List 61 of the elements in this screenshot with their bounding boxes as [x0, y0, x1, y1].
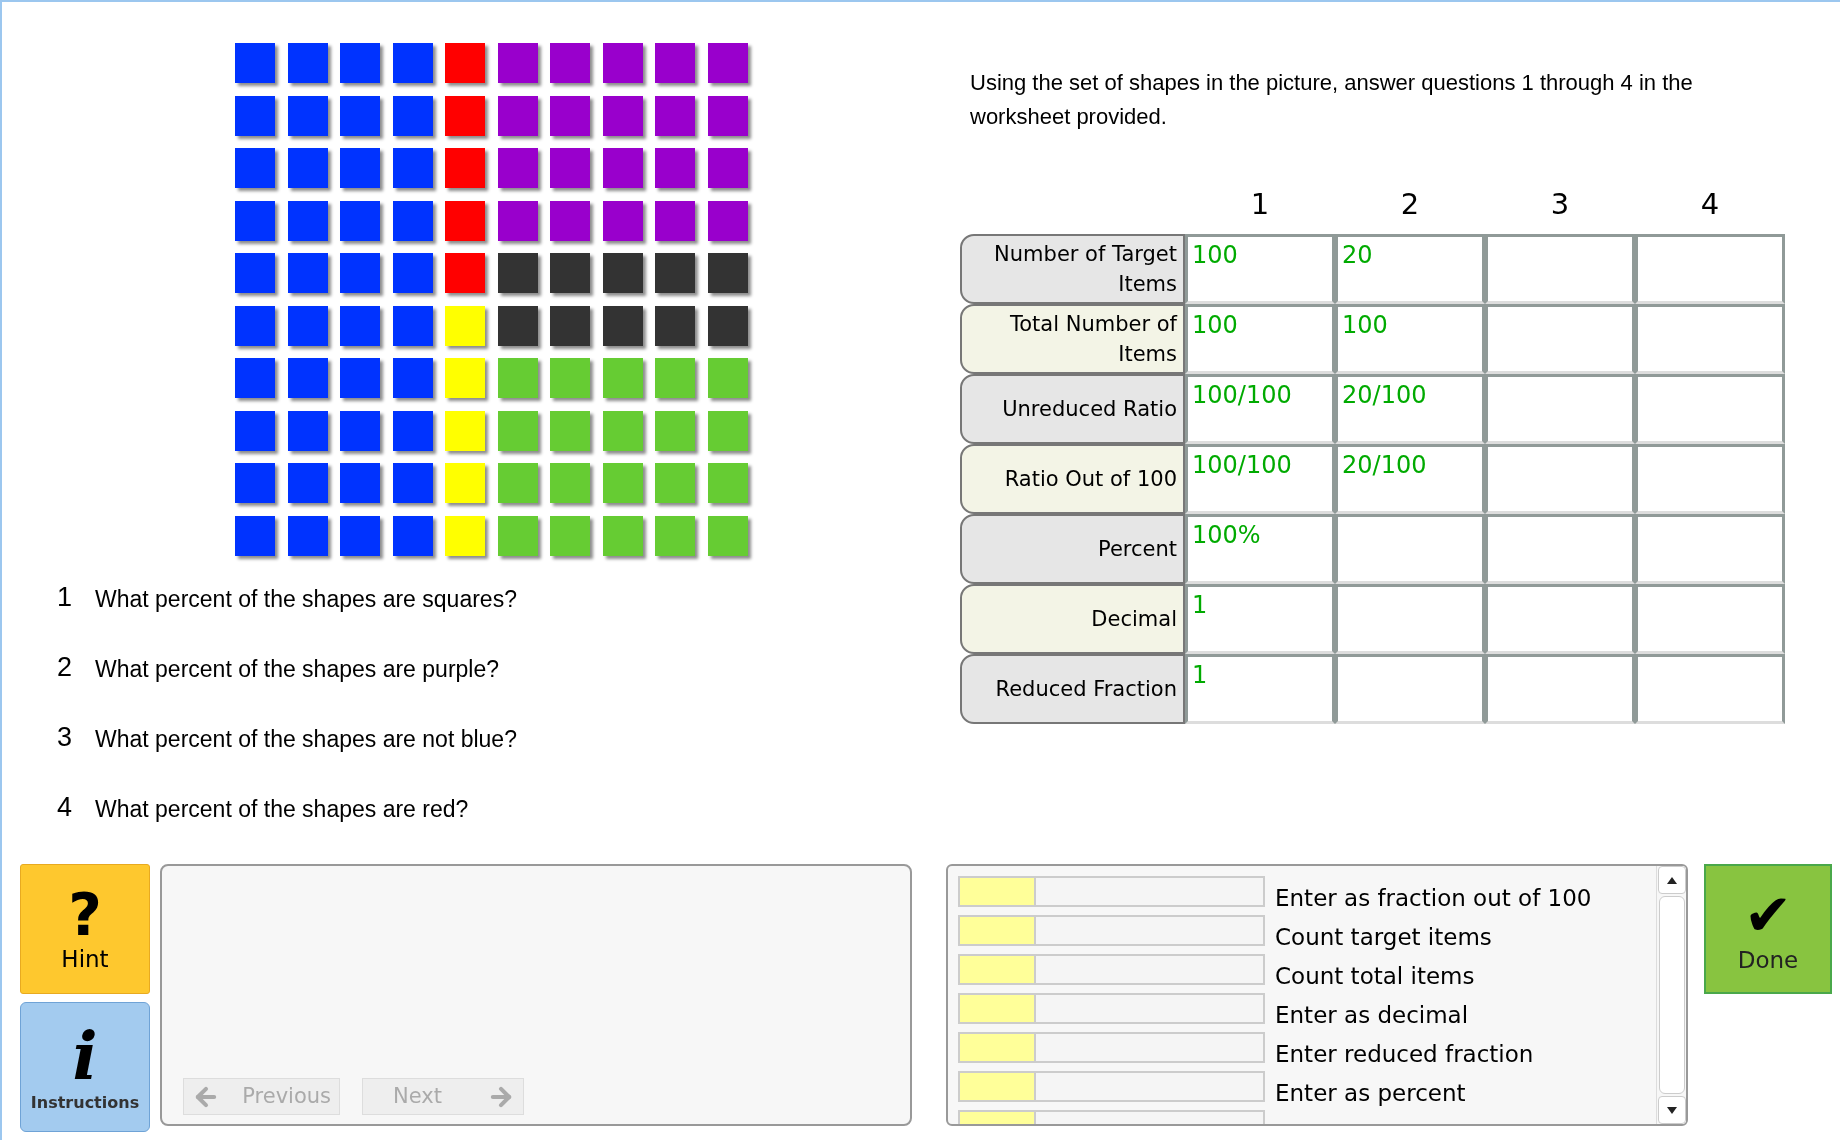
answer-field[interactable]	[1335, 654, 1485, 724]
scroll-down-icon	[1665, 1105, 1678, 1115]
answer-field[interactable]	[1635, 584, 1785, 654]
scrollbar[interactable]	[1656, 866, 1686, 1124]
hint-button[interactable]: ? Hint	[20, 864, 150, 994]
answer-field[interactable]	[1485, 304, 1635, 374]
question-text: What percent of the shapes are not blue?	[95, 724, 517, 754]
row-label: Unreduced Ratio	[960, 374, 1185, 444]
scroll-up-icon	[1665, 875, 1678, 885]
checklist-item: Enter as fraction out of 100	[1275, 883, 1592, 913]
question-text: What percent of the shapes are red?	[95, 794, 469, 824]
checklist-item: Count target items	[1275, 922, 1492, 952]
answer-field[interactable]	[1485, 654, 1635, 724]
answer-field[interactable]	[1635, 304, 1785, 374]
column-header: 3	[1550, 186, 1570, 223]
answer-field[interactable]: 20	[1335, 234, 1485, 304]
answer-field[interactable]	[1485, 584, 1635, 654]
column-header: 2	[1400, 186, 1420, 223]
answer-field[interactable]	[1335, 584, 1485, 654]
instructions-button[interactable]: i Instructions	[20, 1002, 150, 1132]
answer-field[interactable]: 1	[1185, 654, 1335, 724]
answer-field[interactable]: 100/100	[1185, 444, 1335, 514]
answer-field[interactable]: 20/100	[1335, 444, 1485, 514]
row-label: Total Number of Items	[960, 304, 1185, 374]
answer-field[interactable]: 100	[1185, 234, 1335, 304]
checklist-item: Enter reduced fraction	[1275, 1039, 1534, 1069]
row-label: Number of Target Items	[960, 234, 1185, 304]
answer-field[interactable]: 100%	[1185, 514, 1335, 584]
answer-field[interactable]: 100	[1335, 304, 1485, 374]
answer-field[interactable]	[1485, 234, 1635, 304]
answer-field[interactable]	[1485, 374, 1635, 444]
checklist-item: Count total items	[1275, 961, 1475, 991]
checklist-item: Enter as percent	[1275, 1078, 1466, 1108]
row-label: Percent	[960, 514, 1185, 584]
checklist-item: Enter as decimal	[1275, 1000, 1469, 1030]
question-number: 1	[57, 580, 74, 614]
answer-field[interactable]	[1635, 444, 1785, 514]
row-label: Decimal	[960, 584, 1185, 654]
answer-field[interactable]	[1635, 654, 1785, 724]
question-number: 4	[57, 790, 74, 824]
answer-field[interactable]	[1635, 514, 1785, 584]
row-label: Ratio Out of 100	[960, 444, 1185, 514]
answer-field[interactable]: 20/100	[1335, 374, 1485, 444]
question-number: 2	[57, 650, 74, 684]
answer-field[interactable]	[1335, 514, 1485, 584]
answer-field[interactable]: 100/100	[1185, 374, 1335, 444]
answer-field[interactable]	[1635, 234, 1785, 304]
row-label: Reduced Fraction	[960, 654, 1185, 724]
scroll-thumb[interactable]	[1658, 896, 1685, 1094]
answer-field[interactable]: 100	[1185, 304, 1335, 374]
column-header: 4	[1700, 186, 1720, 223]
answer-field[interactable]	[1485, 514, 1635, 584]
instructions-text: Using the set of shapes in the picture, answer questions 1 through 4 in the worksheet provided.	[970, 69, 1694, 131]
question-number: 3	[57, 720, 74, 754]
answer-field[interactable]: 1	[1185, 584, 1335, 654]
answer-field[interactable]	[1635, 374, 1785, 444]
question-text: What percent of the shapes are squares?	[95, 584, 517, 614]
column-header: 1	[1250, 186, 1270, 223]
question-text: What percent of the shapes are purple?	[95, 654, 500, 684]
answer-field[interactable]	[1485, 444, 1635, 514]
done-button[interactable]: ✔ Done	[1704, 864, 1832, 994]
